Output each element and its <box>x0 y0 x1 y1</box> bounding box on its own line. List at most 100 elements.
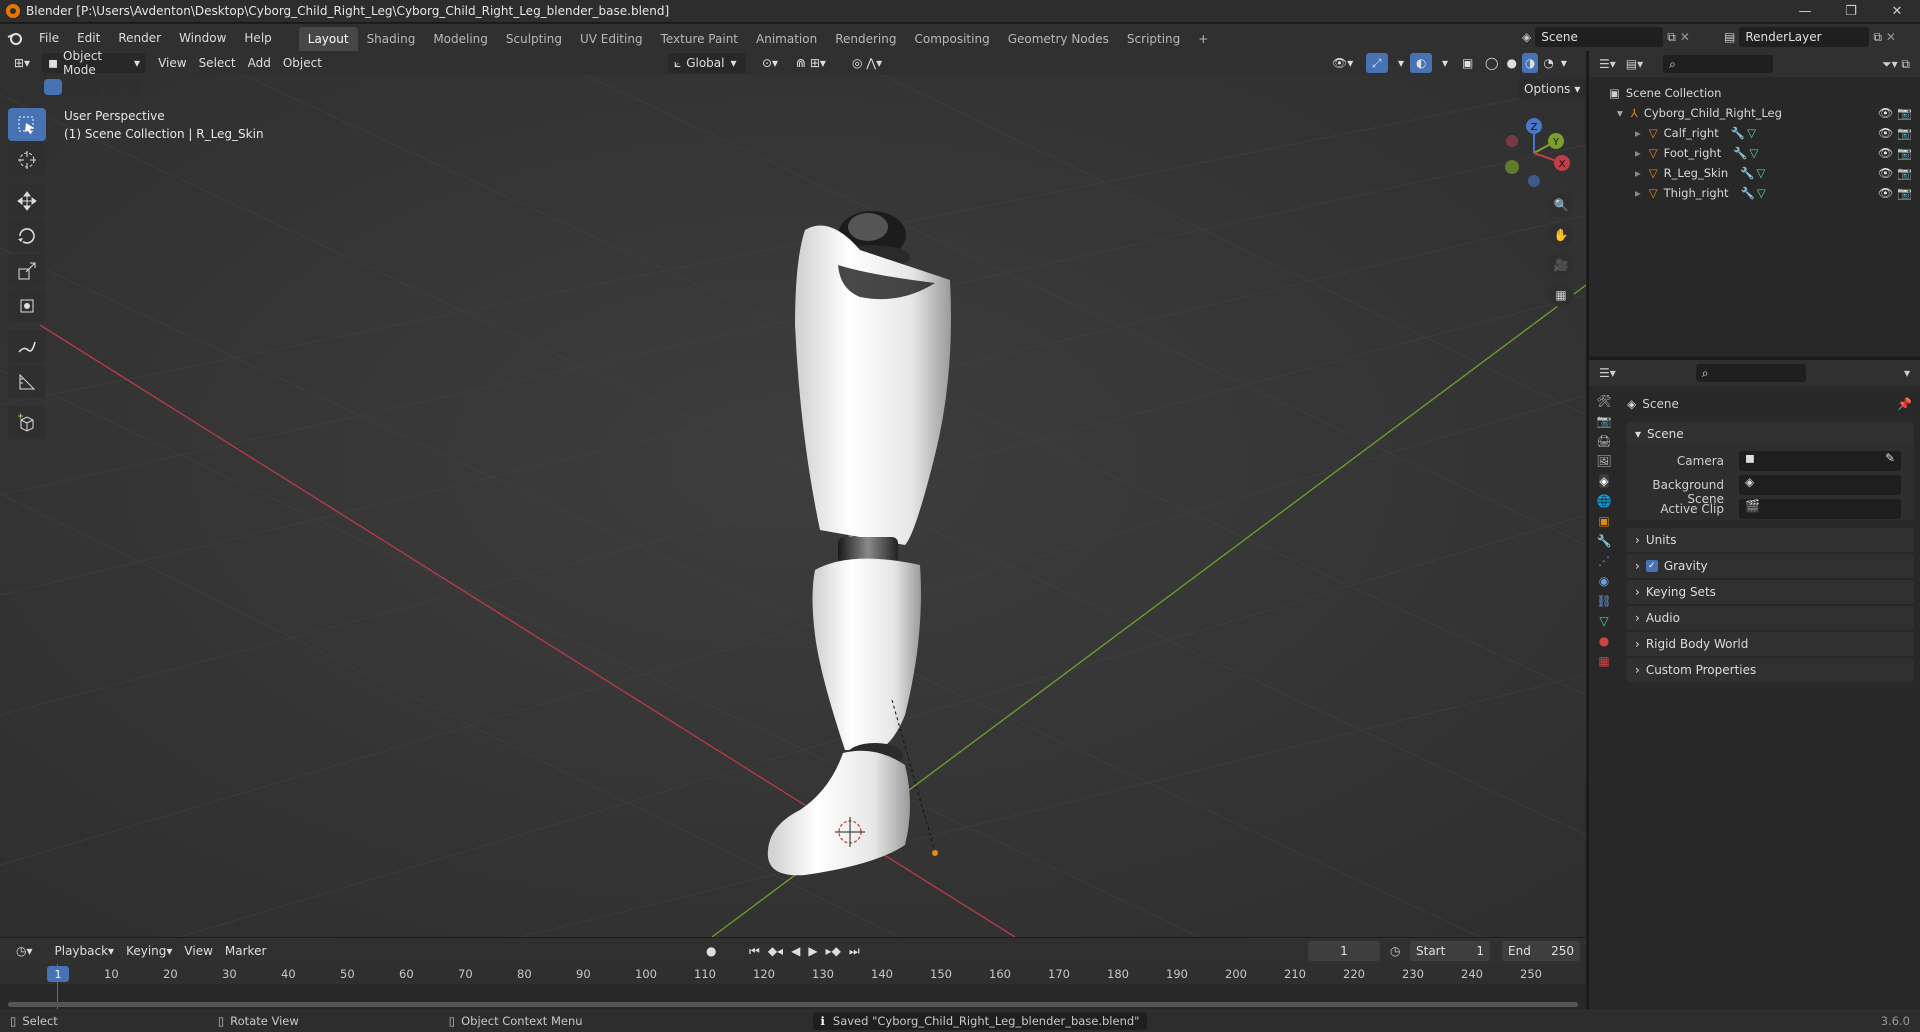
select-intersect-icon[interactable] <box>124 79 142 95</box>
object-tab-icon[interactable]: ▣ <box>1598 514 1609 528</box>
tab-shading[interactable]: Shading <box>358 27 425 51</box>
render-layer-icon[interactable]: ▤ <box>1724 30 1735 44</box>
scene-panel-header[interactable]: ▾ Scene <box>1627 422 1914 446</box>
viewport-menu-add[interactable]: Add <box>242 53 277 73</box>
ortho-grid-icon[interactable]: ▦ <box>1548 283 1574 307</box>
playhead-frame[interactable]: 1 <box>47 966 69 982</box>
menu-help[interactable]: Help <box>235 27 280 49</box>
frame-ruler[interactable]: 10 20 30 40 50 60 70 80 90 100 110 120 130 140 150 160 1… <box>0 964 1586 984</box>
material-shading-icon[interactable]: ◑ <box>1521 53 1539 73</box>
snap-icon[interactable]: ⋒ ⊞▾ <box>790 53 832 73</box>
collection-row[interactable]: ▾ ⅄ Cyborg_Child_Right_Leg 👁 📷 <box>1589 103 1920 123</box>
overlay-toggle-icon[interactable]: ◐ <box>1410 53 1433 73</box>
add-workspace-icon[interactable]: + <box>1189 27 1217 51</box>
next-keyframe-icon[interactable]: ▸◆ <box>823 941 844 961</box>
new-render-layer-icon[interactable]: ⧉ <box>1873 30 1882 45</box>
data-tab-icon[interactable]: ▽ <box>1599 614 1608 628</box>
outliner-object-row[interactable]: ▸ ▽ Foot_right 🔧 ▽ 👁 📷 <box>1589 143 1920 163</box>
modifier-tab-icon[interactable]: 🔧 <box>1597 534 1612 548</box>
timeline-scrollbar[interactable] <box>8 1002 1578 1007</box>
render-layer-field[interactable]: RenderLayer <box>1739 27 1870 47</box>
tool-tab-icon[interactable]: 🛠 <box>1596 394 1611 408</box>
modifier-wrench-icon[interactable]: 🔧 <box>1741 186 1755 200</box>
tab-animation[interactable]: Animation <box>747 27 826 51</box>
select-new-icon[interactable] <box>44 79 62 95</box>
xray-icon[interactable]: ▣ <box>1456 53 1479 73</box>
pin-icon[interactable]: 📌 <box>1897 397 1912 411</box>
eyedropper-icon[interactable]: ✎ <box>1885 451 1895 465</box>
menu-window[interactable]: Window <box>170 27 235 49</box>
timeline-menu-marker[interactable]: Marker <box>219 941 272 961</box>
rotate-tool-icon[interactable] <box>8 219 46 252</box>
proportional-edit-icon[interactable]: ◎ ⋀▾ <box>846 53 888 73</box>
select-subtract-icon[interactable] <box>84 79 102 95</box>
clock-icon[interactable]: ◷ <box>1390 944 1400 958</box>
close-button[interactable]: ✕ <box>1874 0 1920 23</box>
tab-scripting[interactable]: Scripting <box>1118 27 1189 51</box>
jump-end-icon[interactable]: ⏭ <box>846 941 863 961</box>
view-layer-tab-icon[interactable]: 🖼 <box>1596 454 1611 468</box>
visibility-render-icons[interactable]: 👁 📷 <box>1878 186 1912 200</box>
custom-properties-section[interactable]: › Custom Properties <box>1627 658 1914 682</box>
maximize-button[interactable]: ❐ <box>1828 0 1874 23</box>
new-scene-icon[interactable]: ⧉ <box>1667 30 1676 45</box>
visibility-icon[interactable]: 👁▾ <box>1326 53 1359 73</box>
scene-icon[interactable]: ◈ <box>1522 30 1531 44</box>
minimize-button[interactable]: — <box>1782 0 1828 23</box>
tab-sculpting[interactable]: Sculpting <box>497 27 571 51</box>
visibility-render-icons[interactable]: 👁 📷 <box>1878 106 1912 120</box>
zoom-icon[interactable]: 🔍 <box>1548 193 1574 217</box>
pivot-point-icon[interactable]: ⊙▾ <box>756 53 784 73</box>
audio-section[interactable]: › Audio <box>1627 606 1914 630</box>
outliner-editor-icon[interactable]: ☰▾ <box>1599 57 1616 71</box>
chevron-right-icon[interactable]: ▸ <box>1635 146 1641 160</box>
editor-type-icon[interactable]: ⊞▾ <box>8 53 36 73</box>
select-invert-icon[interactable] <box>104 79 122 95</box>
timeline-menu-playback[interactable]: Playback ▾ <box>49 941 121 961</box>
particles-tab-icon[interactable]: ⋰ <box>1598 554 1610 568</box>
mesh-data-icon[interactable]: ▽ <box>1747 126 1756 140</box>
select-box-tool-icon[interactable] <box>8 108 46 141</box>
gizmo-toggle-icon[interactable]: ⤢ <box>1366 53 1388 73</box>
timeline-editor-icon[interactable]: ◷▾ <box>10 941 39 961</box>
shading-dropdown-icon[interactable]: ▾ <box>1559 53 1569 73</box>
mesh-data-icon[interactable]: ▽ <box>1750 146 1759 160</box>
blender-menu-icon[interactable] <box>0 31 30 45</box>
record-icon[interactable]: ● <box>700 941 722 961</box>
mesh-data-icon[interactable]: ▽ <box>1757 186 1766 200</box>
output-tab-icon[interactable]: 🖨 <box>1596 434 1611 448</box>
visibility-render-icons[interactable]: 👁 📷 <box>1878 126 1912 140</box>
outliner-object-row[interactable]: ▸ ▽ R_Leg_Skin 🔧 ▽ 👁 📷 <box>1589 163 1920 183</box>
start-frame-field[interactable]: Start 1 <box>1410 941 1490 961</box>
measure-tool-icon[interactable] <box>8 365 46 398</box>
constraints-tab-icon[interactable]: ⛓ <box>1596 594 1611 608</box>
material-tab-icon[interactable]: ● <box>1599 634 1609 648</box>
tab-modeling[interactable]: Modeling <box>424 27 497 51</box>
filter-icon[interactable]: ⏷▾ ⧉ <box>1882 57 1910 72</box>
viewport-menu-select[interactable]: Select <box>193 53 242 73</box>
tab-compositing[interactable]: Compositing <box>905 27 998 51</box>
tab-layout[interactable]: Layout <box>298 27 358 51</box>
physics-tab-icon[interactable]: ◉ <box>1599 574 1609 588</box>
menu-render[interactable]: Render <box>109 27 170 49</box>
rendered-shading-icon[interactable]: ◔ <box>1540 53 1556 73</box>
play-reverse-icon[interactable]: ◀ <box>788 941 803 961</box>
world-tab-icon[interactable]: 🌐 <box>1597 494 1612 508</box>
active-clip-field[interactable]: 🎬 <box>1739 499 1901 519</box>
menu-file[interactable]: File <box>30 27 68 49</box>
overlay-dropdown-icon[interactable]: ▾ <box>1436 53 1454 73</box>
scene-collection-row[interactable]: ▣ Scene Collection <box>1589 83 1920 103</box>
play-icon[interactable]: ▶ <box>805 941 820 961</box>
tab-rendering[interactable]: Rendering <box>826 27 905 51</box>
display-mode-icon[interactable]: ▤▾ <box>1626 57 1643 71</box>
move-tool-icon[interactable] <box>8 184 46 217</box>
jump-start-icon[interactable]: ⏮ <box>746 941 763 961</box>
modifier-wrench-icon[interactable]: 🔧 <box>1731 126 1745 140</box>
outliner-object-row[interactable]: ▸ ▽ Thigh_right 🔧 ▽ 👁 📷 <box>1589 183 1920 203</box>
visibility-render-icons[interactable]: 👁 📷 <box>1878 146 1912 160</box>
properties-options-icon[interactable]: ▾ <box>1904 366 1910 380</box>
chevron-right-icon[interactable]: ▸ <box>1635 166 1641 180</box>
modifier-wrench-icon[interactable]: 🔧 <box>1740 166 1754 180</box>
gravity-section[interactable]: › ✓ Gravity <box>1627 554 1914 578</box>
add-cube-tool-icon[interactable] <box>8 406 46 439</box>
